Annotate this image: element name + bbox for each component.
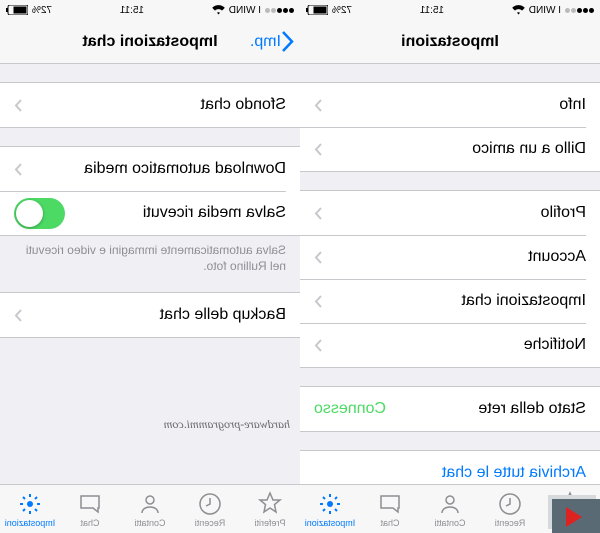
chevron-right-icon (14, 99, 22, 112)
carrier-label: I WIND (529, 5, 561, 16)
status-bar: I WIND 15:11 72% (300, 0, 600, 20)
wifi-icon (512, 5, 525, 15)
tab-label: Chat (81, 518, 100, 528)
clock-icon (197, 491, 223, 517)
row-profile[interactable]: Profilo (300, 191, 600, 235)
battery-pct-label: 72% (332, 5, 352, 16)
row-label: Sfondo chat (22, 96, 286, 114)
save-media-footer: Salva automaticamente immagini e video r… (0, 236, 300, 274)
row-label: Account (322, 248, 586, 266)
page-title: Impostazioni chat (82, 33, 217, 51)
row-info[interactable]: Info (300, 83, 600, 127)
chat-icon (377, 491, 403, 517)
chat-settings-content[interactable]: Sfondo chat Download automatico media Sa… (0, 64, 300, 484)
tab-chat[interactable]: Chat (360, 485, 420, 533)
contact-icon (437, 491, 463, 517)
row-label: Profilo (322, 204, 586, 222)
tab-settings[interactable]: Impostazioni (300, 485, 360, 533)
row-account[interactable]: Account (300, 235, 600, 279)
tab-favorites[interactable]: Preferiti (240, 485, 300, 533)
row-label: Impostazioni chat (322, 292, 586, 310)
tab-recents[interactable]: Recenti (180, 485, 240, 533)
chevron-right-icon (314, 99, 322, 112)
row-label: Stato della rete (386, 400, 586, 418)
clock-label: 15:11 (120, 5, 144, 16)
row-label: Salva media ricevuti (65, 204, 286, 222)
tab-label: Impostazioni (305, 518, 356, 528)
gear-icon (17, 491, 43, 517)
row-chat-settings[interactable]: Impostazioni chat (300, 279, 600, 323)
chevron-right-icon (14, 163, 22, 176)
carrier-label: I WIND (229, 5, 261, 16)
chevron-right-icon (14, 309, 22, 322)
row-label: Info (322, 96, 586, 114)
tab-label: Contatti (134, 518, 165, 528)
contact-icon (137, 491, 163, 517)
play-overlay-badge (548, 495, 600, 533)
row-label: Notifiche (322, 336, 586, 354)
clock-label: 15:11 (420, 5, 444, 16)
tab-label: Recenti (195, 518, 226, 528)
tab-label: Chat (381, 518, 400, 528)
chevron-right-icon (314, 339, 322, 352)
signal-dots-icon (565, 8, 594, 13)
save-media-toggle[interactable] (14, 198, 65, 229)
chevron-right-icon (314, 143, 322, 156)
row-archive-all[interactable]: Archivia tutte le chat (300, 451, 600, 484)
row-tell-friend[interactable]: Dillo a un amico (300, 127, 600, 171)
back-label: Imp. (250, 33, 281, 51)
row-label: Archivia tutte le chat (314, 464, 586, 482)
chevron-left-icon (281, 31, 294, 52)
tab-label: Contatti (434, 518, 465, 528)
navbar-chat-settings: Imp. Impostazioni chat (0, 20, 300, 64)
tab-settings[interactable]: Impostazioni (0, 485, 60, 533)
row-save-media[interactable]: Salva media ricevuti (0, 191, 300, 235)
clock-icon (497, 491, 523, 517)
chevron-right-icon (314, 295, 322, 308)
page-title: Impostazioni (401, 33, 499, 51)
status-bar: I WIND 15:11 72% (0, 0, 300, 20)
settings-content[interactable]: Info Dillo a un amico Profilo Account Im… (300, 64, 600, 484)
tab-recents[interactable]: Recenti (480, 485, 540, 533)
row-notifications[interactable]: Notifiche (300, 323, 600, 367)
chevron-right-icon (314, 207, 322, 220)
tab-label: Impostazioni (5, 518, 56, 528)
tab-contacts[interactable]: Contatti (120, 485, 180, 533)
signal-dots-icon (265, 8, 294, 13)
chevron-right-icon (314, 251, 322, 264)
back-button[interactable]: Imp. (250, 31, 294, 52)
watermark-text: hardware-programmi.com (164, 417, 290, 432)
row-chat-backup[interactable]: Backup delle chat (0, 293, 300, 337)
navbar-settings: Impostazioni (300, 20, 600, 64)
screen-settings: I WIND 15:11 72% Impostazioni Info Dillo… (300, 0, 600, 533)
tab-chat[interactable]: Chat (60, 485, 120, 533)
battery-pct-label: 72% (32, 5, 52, 16)
network-status-value: Connesso (314, 400, 386, 418)
row-label: Download automatico media (22, 160, 286, 178)
battery-icon (306, 5, 328, 15)
tab-contacts[interactable]: Contatti (420, 485, 480, 533)
row-auto-download[interactable]: Download automatico media (0, 147, 300, 191)
star-icon (257, 491, 283, 517)
row-label: Backup delle chat (22, 306, 286, 324)
tab-bar: Preferiti Recenti Contatti Chat Impostaz… (0, 484, 300, 533)
row-wallpaper[interactable]: Sfondo chat (0, 83, 300, 127)
wifi-icon (212, 5, 225, 15)
gear-icon (317, 491, 343, 517)
battery-icon (6, 5, 28, 15)
tab-label: Recenti (495, 518, 526, 528)
row-label: Dillo a un amico (322, 140, 586, 158)
screen-chat-settings: I WIND 15:11 72% Imp. Impostazioni chat … (0, 0, 300, 533)
tab-label: Preferiti (255, 518, 286, 528)
row-network-status[interactable]: Stato della rete Connesso (300, 387, 600, 431)
chat-icon (77, 491, 103, 517)
